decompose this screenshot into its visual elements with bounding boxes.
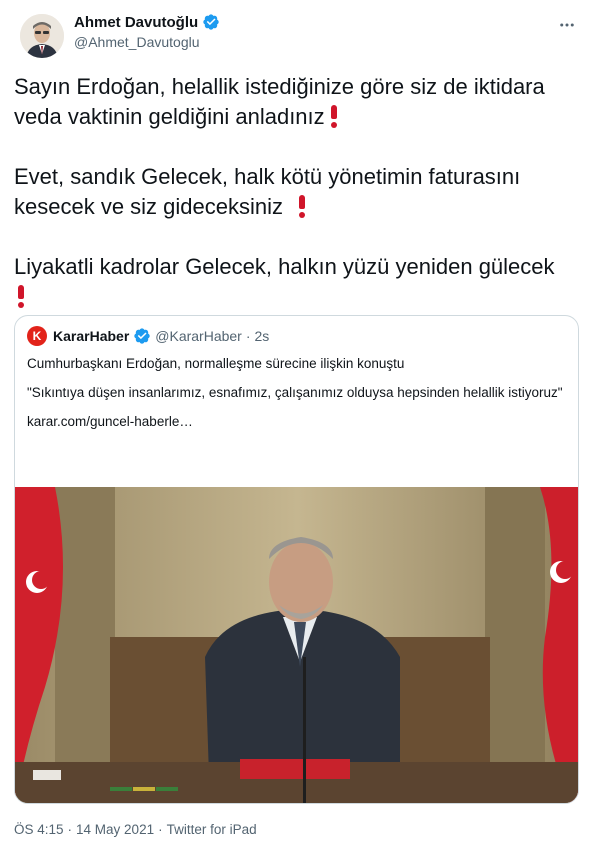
tweet-paragraph: Liyakatli kadrolar Gelecek, halkın yüzü … [14, 252, 584, 312]
author-handle[interactable]: @Ahmet_Davutoglu [74, 34, 220, 50]
red-exclamation-icon [329, 105, 339, 128]
tweet-source[interactable]: Twitter for iPad [167, 822, 257, 837]
tweet-time[interactable]: ÖS 4:15 [14, 822, 64, 837]
tweet-paragraph: Sayın Erdoğan, helallik istediğinize gör… [14, 72, 584, 132]
quoted-link[interactable]: karar.com/guncel-haberle… [27, 412, 567, 431]
tweet-paragraph-text: Liyakatli kadrolar Gelecek, halkın yüzü … [14, 254, 555, 279]
tweet-paragraph-text: Evet, sandık Gelecek, halk kötü yönetimi… [14, 164, 521, 219]
more-options-icon[interactable] [556, 14, 578, 36]
quoted-timestamp[interactable]: 2s [255, 328, 270, 344]
red-exclamation-icon [16, 285, 26, 308]
author-name-block: Ahmet Davutoğlu @Ahmet_Davutoglu [74, 13, 220, 50]
quoted-author-name[interactable]: KararHaber [53, 328, 129, 344]
quoted-author-handle[interactable]: @KararHaber [155, 328, 242, 344]
quoted-tweet[interactable]: K KararHaber @KararHaber · 2s Cumhurbaşk… [14, 315, 579, 804]
verified-badge-icon [133, 327, 151, 345]
tweet-header: Ahmet Davutoğlu @Ahmet_Davutoglu [14, 10, 584, 58]
author-display-name[interactable]: Ahmet Davutoğlu [74, 14, 198, 31]
verified-badge-icon [202, 13, 220, 31]
tweet-card: Ahmet Davutoğlu @Ahmet_Davutoglu Sayın E… [0, 0, 596, 841]
author-avatar[interactable] [20, 14, 64, 58]
quoted-text-line: Cumhurbaşkanı Erdoğan, normalleşme sürec… [27, 356, 405, 371]
press-conference-photo[interactable] [15, 487, 578, 803]
tweet-date[interactable]: 14 May 2021 [76, 822, 154, 837]
tweet-paragraph: Evet, sandık Gelecek, halk kötü yönetimi… [14, 162, 584, 222]
tweet-meta: ÖS 4:15 · 14 May 2021 · Twitter for iPad [14, 822, 257, 837]
separator-dot: · [158, 822, 163, 837]
separator-dot: · [245, 328, 251, 344]
kararhaber-logo-icon: K [27, 326, 47, 346]
tweet-paragraph-text: Sayın Erdoğan, helallik istediğinize gör… [14, 74, 545, 129]
tweet-text: Sayın Erdoğan, helallik istediğinize gör… [14, 72, 584, 312]
quoted-tweet-body: Cumhurbaşkanı Erdoğan, normalleşme sürec… [27, 354, 567, 441]
quoted-text-quote: "Sıkıntıya düşen insanlarımız, esnafımız… [27, 385, 563, 400]
quoted-tweet-header: K KararHaber @KararHaber · 2s [27, 326, 269, 346]
separator-dot: · [67, 822, 73, 837]
red-exclamation-icon [297, 195, 307, 218]
